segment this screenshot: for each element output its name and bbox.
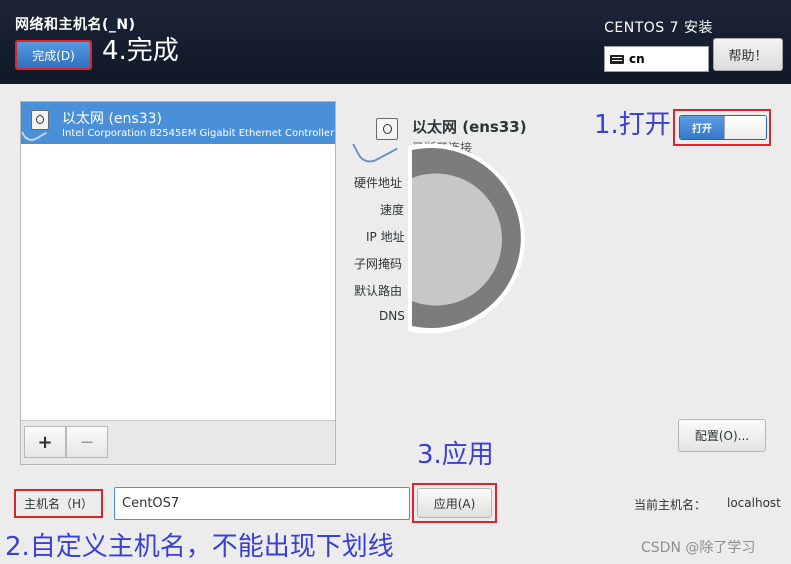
highlight-box-apply: 应用(A) <box>412 483 497 523</box>
watermark: CSDN @除了学习 <box>641 540 756 556</box>
annotation-step3: 3.应用 <box>417 440 494 470</box>
header-bar: 网络和主机名(_N) 完成(D) 4.完成 CENTOS 7 安装 cn 帮助！ <box>0 0 791 84</box>
connection-switch[interactable]: 打开 <box>679 115 767 140</box>
remove-interface-button[interactable]: − <box>66 426 108 458</box>
apply-button[interactable]: 应用(A) <box>417 488 492 518</box>
ethernet-port-large-icon <box>376 118 398 140</box>
interface-name: 以太网 (ens33) <box>62 111 162 127</box>
keyboard-layout-label: cn <box>629 52 645 66</box>
hostname-label: 主机名（H） <box>14 489 103 518</box>
current-hostname-value: localhost <box>727 496 781 510</box>
keyboard-layout-indicator[interactable]: cn <box>604 46 709 72</box>
page-title: 网络和主机名(_N) <box>15 17 136 33</box>
highlight-box-switch: 打开 <box>673 109 771 146</box>
done-button[interactable]: 完成(D) <box>15 40 92 70</box>
interface-description: Intel Corporation 82545EM Gigabit Ethern… <box>62 128 335 139</box>
help-button[interactable]: 帮助！ <box>713 38 783 71</box>
annotation-step2: 2.自定义主机名，不能出现下划线 <box>5 532 394 562</box>
field-hardware-address: 硬件地址 <box>354 176 403 190</box>
keyboard-icon <box>610 54 624 64</box>
switch-knob[interactable] <box>724 116 766 139</box>
field-subnet-mask: 子网掩码 <box>354 257 403 271</box>
current-hostname-label: 当前主机名： <box>634 498 707 512</box>
interface-list-toolbar: + − <box>21 420 335 464</box>
installer-title: CENTOS 7 安装 <box>604 20 713 36</box>
configure-button[interactable]: 配置(O)... <box>678 419 766 452</box>
annotation-step1: 1.打开 <box>594 110 671 140</box>
add-interface-button[interactable]: + <box>24 426 66 458</box>
loading-spinner-icon <box>408 143 525 334</box>
interface-list: 以太网 (ens33) Intel Corporation 82545EM Gi… <box>20 101 336 465</box>
interface-row-ens33[interactable]: 以太网 (ens33) Intel Corporation 82545EM Gi… <box>21 102 335 144</box>
switch-on-label: 打开 <box>680 116 724 139</box>
hostname-input[interactable] <box>114 487 410 520</box>
annotation-step4: 4.完成 <box>102 36 179 66</box>
field-default-route: 默认路由 <box>354 284 403 298</box>
